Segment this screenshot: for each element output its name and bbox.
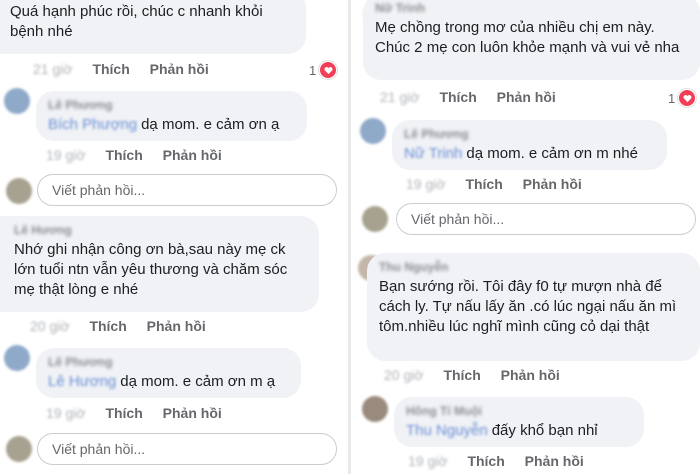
- like-button[interactable]: Thích: [465, 176, 502, 192]
- reply-button[interactable]: Phản hồi: [501, 367, 560, 383]
- comment-actions: 20 giờ Thích Phản hồi: [30, 318, 222, 334]
- heart-icon: [678, 89, 697, 107]
- reply-input[interactable]: Viết phản hồi...: [37, 174, 337, 206]
- like-button[interactable]: Thích: [92, 61, 129, 77]
- reply-button[interactable]: Phản hồi: [163, 405, 222, 421]
- comment-author[interactable]: Nữ Trinh: [375, 0, 688, 16]
- reply-button[interactable]: Phản hồi: [523, 176, 582, 192]
- comment-bubble: Thu Nguyễn Bạn sướng rồi. Tôi đây f0 tự …: [367, 253, 700, 361]
- reply-text: dạ mom. e cảm ơn m ạ: [120, 373, 276, 390]
- reply-actions: 19 giờ Thích Phản hồi: [408, 453, 600, 469]
- reply-time: 19 giờ: [408, 453, 448, 469]
- mention-tag[interactable]: Thu Nguyễn: [406, 422, 488, 439]
- comment-author[interactable]: Thu Nguyễn: [379, 259, 688, 275]
- reply-button[interactable]: Phản hồi: [497, 89, 556, 105]
- reply-button[interactable]: Phản hồi: [147, 318, 206, 334]
- reply-button[interactable]: Phản hồi: [163, 147, 222, 163]
- reaction-number: 1: [309, 62, 317, 78]
- mention-tag[interactable]: Lê Hương: [48, 373, 116, 390]
- reaction-count[interactable]: 1: [668, 89, 697, 107]
- reply-author[interactable]: Lê Phương: [404, 126, 655, 142]
- comment-bubble: Lê Hương Nhớ ghi nhận công ơn bà,sau này…: [0, 216, 319, 312]
- like-button[interactable]: Thích: [467, 453, 504, 469]
- reply-bubble: Hồng Tí Muội Thu Nguyễn đấy khổ bạn nhỉ: [394, 397, 644, 447]
- comment-time: 21 giờ: [380, 89, 420, 105]
- mention-tag[interactable]: Nữ Trinh: [404, 145, 462, 162]
- reply-author[interactable]: Lê Phương: [48, 354, 289, 370]
- reply-bubble: Lê Phương Bích Phượng dạ mom. e cảm ơn ạ: [36, 91, 307, 141]
- like-button[interactable]: Thích: [89, 318, 126, 334]
- like-button[interactable]: Thích: [105, 147, 142, 163]
- comment-time: 20 giờ: [384, 367, 424, 383]
- user-avatar: [6, 178, 32, 204]
- reply-actions: 19 giờ Thích Phản hồi: [46, 405, 238, 421]
- reply-time: 19 giờ: [46, 147, 86, 163]
- comments-column-left: Quá hạnh phúc rồi, chúc c nhanh khỏi bện…: [0, 0, 350, 474]
- avatar[interactable]: [360, 118, 386, 144]
- comment-text: Mẹ chồng trong mơ của nhiều chị em này. …: [375, 19, 680, 56]
- avatar[interactable]: [362, 396, 388, 422]
- comment-text: Bạn sướng rồi. Tôi đây f0 tự mượn nhà để…: [379, 278, 677, 335]
- reply-actions: 19 giờ Thích Phản hồi: [46, 147, 238, 163]
- like-button[interactable]: Thích: [105, 405, 142, 421]
- user-avatar: [362, 206, 388, 232]
- comment-text: Nhớ ghi nhận công ơn bà,sau này mẹ ck lớ…: [14, 241, 288, 298]
- comment-actions: 20 giờ Thích Phản hồi: [384, 367, 576, 383]
- like-button[interactable]: Thích: [439, 89, 476, 105]
- avatar[interactable]: [4, 88, 30, 114]
- reply-author[interactable]: Hồng Tí Muội: [406, 403, 632, 419]
- reply-author[interactable]: Lê Phương: [48, 97, 295, 113]
- reply-bubble: Lê Phương Nữ Trinh dạ mom. e cảm ơn m nhé: [392, 120, 667, 170]
- reply-input[interactable]: Viết phản hồi...: [396, 203, 696, 235]
- comment-bubble: Quá hạnh phúc rồi, chúc c nhanh khỏi bện…: [0, 0, 306, 54]
- reaction-count[interactable]: 1: [309, 61, 338, 79]
- reply-text: đấy khổ bạn nhỉ: [491, 422, 598, 439]
- mention-tag[interactable]: Bích Phượng: [48, 116, 137, 133]
- reply-time: 19 giờ: [406, 176, 446, 192]
- reply-text: dạ mom. e cảm ơn m nhé: [466, 145, 638, 162]
- reply-button[interactable]: Phản hồi: [525, 453, 584, 469]
- like-button[interactable]: Thích: [443, 367, 480, 383]
- comment-time: 21 giờ: [33, 61, 73, 77]
- comment-text: Quá hạnh phúc rồi, chúc c nhanh khỏi bện…: [10, 3, 263, 40]
- heart-icon: [319, 61, 338, 79]
- comment-author[interactable]: Lê Hương: [14, 222, 307, 238]
- reaction-number: 1: [668, 90, 676, 106]
- reply-button[interactable]: Phản hồi: [150, 61, 209, 77]
- reply-time: 19 giờ: [46, 405, 86, 421]
- user-avatar: [6, 436, 32, 462]
- avatar[interactable]: [4, 345, 30, 371]
- comments-column-right: Nữ Trinh Mẹ chồng trong mơ của nhiều chị…: [350, 0, 700, 474]
- comment-actions: 21 giờ Thích Phản hồi: [380, 89, 572, 105]
- comment-time: 20 giờ: [30, 318, 70, 334]
- reply-bubble: Lê Phương Lê Hương dạ mom. e cảm ơn m ạ: [36, 348, 301, 398]
- comment-actions: 21 giờ Thích Phản hồi: [33, 61, 225, 77]
- comment-bubble: Nữ Trinh Mẹ chồng trong mơ của nhiều chị…: [363, 0, 700, 80]
- reply-actions: 19 giờ Thích Phản hồi: [406, 176, 598, 192]
- reply-input[interactable]: Viết phản hồi...: [37, 433, 337, 465]
- reply-text: dạ mom. e cảm ơn ạ: [141, 116, 280, 133]
